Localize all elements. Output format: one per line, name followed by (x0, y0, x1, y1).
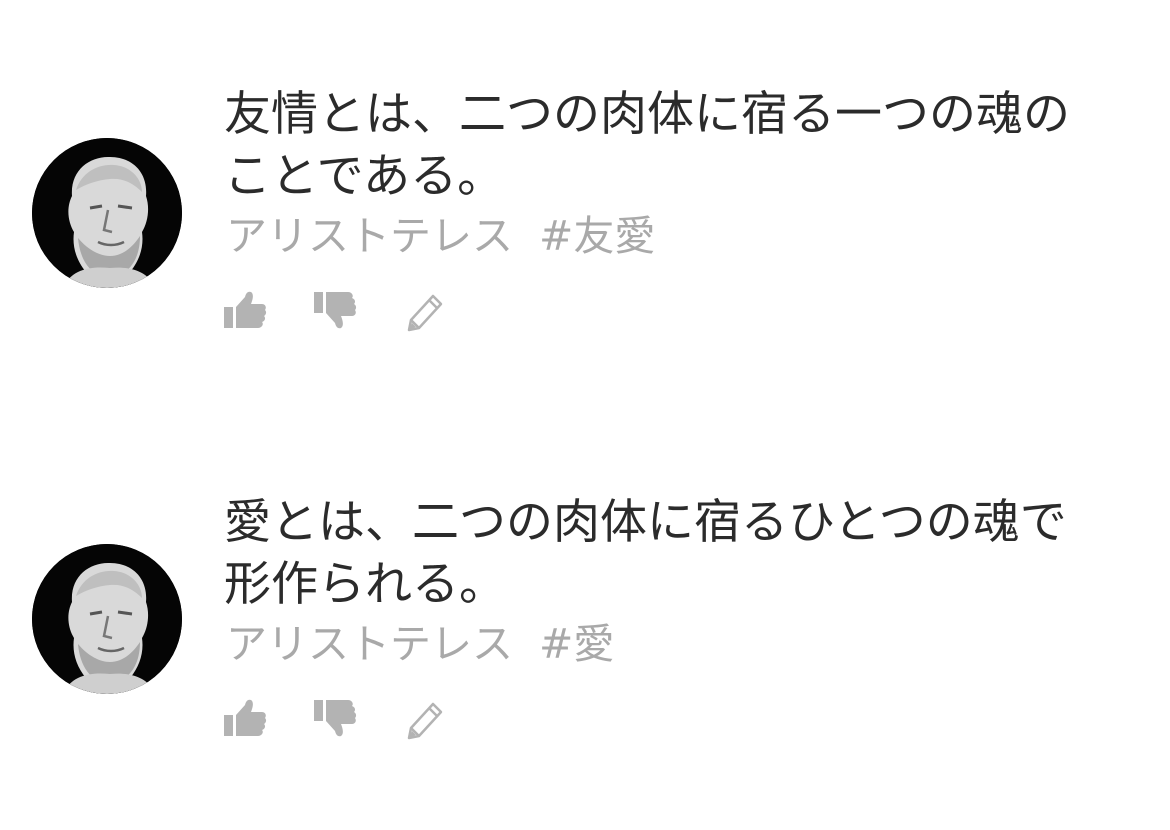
quote-hashtag[interactable]: #友愛 (539, 212, 655, 260)
quote-meta: アリストテレス #愛 (226, 618, 614, 670)
pencil-icon (407, 702, 443, 740)
quote-text: 友情とは、二つの肉体に宿る一つの魂のことである。 (224, 87, 1070, 204)
quote-hashtag[interactable]: #愛 (539, 620, 614, 668)
edit-button[interactable] (402, 696, 448, 740)
like-button[interactable] (222, 696, 268, 740)
thumbs-up-icon (224, 699, 267, 736)
aristotle-bust-icon (32, 138, 182, 288)
dislike-button[interactable] (312, 288, 358, 332)
quote-text: 愛とは、二つの肉体に宿るひとつの魂で形作られる。 (224, 495, 1067, 612)
quote-author[interactable]: アリストテレス (226, 212, 513, 260)
edit-button[interactable] (402, 288, 448, 332)
quote-card: 友情とは、二つの肉体に宿る一つの魂のことである。 アリストテレス #友愛 (0, 70, 1170, 370)
quote-actions (222, 696, 448, 740)
like-button[interactable] (222, 288, 268, 332)
aristotle-bust-icon (32, 544, 182, 694)
thumbs-down-icon (314, 292, 357, 329)
author-avatar[interactable] (32, 138, 182, 288)
quote-author[interactable]: アリストテレス (226, 620, 513, 668)
thumbs-up-icon (224, 291, 267, 328)
pencil-icon (407, 294, 443, 332)
author-avatar[interactable] (32, 544, 182, 694)
dislike-button[interactable] (312, 696, 358, 740)
quote-actions (222, 288, 448, 332)
quote-card: 愛とは、二つの肉体に宿るひとつの魂で形作られる。 アリストテレス #愛 (0, 478, 1170, 778)
quote-meta: アリストテレス #友愛 (226, 210, 655, 262)
thumbs-down-icon (314, 700, 357, 737)
